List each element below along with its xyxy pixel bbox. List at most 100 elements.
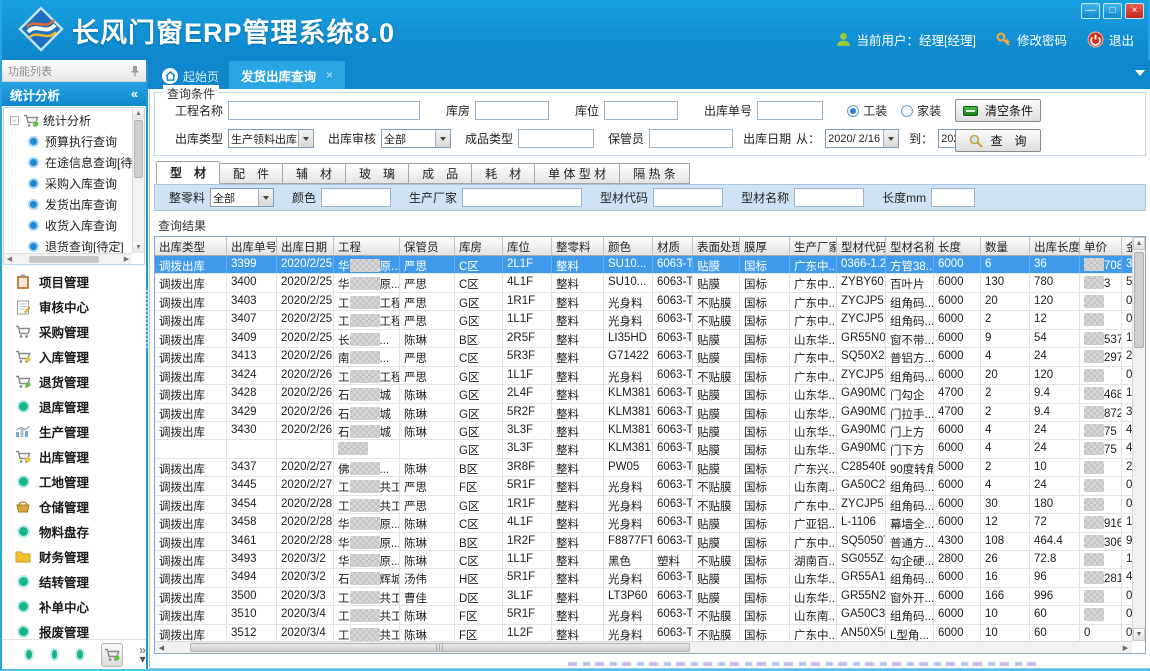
grid-row[interactable]: 调拨出库34612020/2/28华原...陈琳B区1R2F整料F8877FT6… <box>155 533 1132 551</box>
grid-row[interactable]: 调拨出库34942020/3/2石辉城汤伟H区5R1F整料光身料6063-T5贴… <box>155 569 1132 587</box>
whole-part-select[interactable]: 全部 <box>210 188 274 207</box>
clear-conditions-button[interactable]: 清空条件 <box>955 99 1041 122</box>
grid-header-cell[interactable]: 型材名称 <box>886 237 934 255</box>
profile-name-input[interactable] <box>794 188 864 207</box>
tree-item[interactable]: 预算执行查询 <box>4 131 144 152</box>
module-item[interactable]: 退货管理 <box>2 369 146 394</box>
grid-header-cell[interactable]: 出库长度 <box>1030 237 1080 255</box>
grid-header-cell[interactable]: 整零料 <box>552 237 604 255</box>
grid-header-cell[interactable]: 单价 <box>1080 237 1122 255</box>
grid-row[interactable]: 调拨出库34032020/2/25工工程严思G区1R1F整料光身料6063-T5… <box>155 293 1132 311</box>
scroll-left-icon[interactable]: ◀ <box>155 644 168 652</box>
project-name-input[interactable] <box>228 101 420 120</box>
scroll-right-icon[interactable]: ▶ <box>1119 644 1132 652</box>
module-item[interactable]: 工地管理 <box>2 469 146 494</box>
grid-header-cell[interactable]: 颜色 <box>604 237 653 255</box>
grid-row[interactable]: 调拨出库34452020/2/27工共工程严思F区5R1F整料光身料6063-T… <box>155 477 1132 495</box>
module-item[interactable]: 财务管理 <box>2 544 146 569</box>
tree-expander-icon[interactable]: - <box>10 116 19 125</box>
grid-vscroll-thumb[interactable] <box>1134 252 1144 348</box>
grid-row[interactable]: 调拨出库33992020/2/25华原...严思C区2L1F整料SU10...6… <box>155 256 1132 274</box>
material-tab[interactable]: 玻 璃 <box>346 163 409 184</box>
grid-header-cell[interactable]: 工程 <box>334 237 400 255</box>
module-item[interactable]: 采购管理 <box>2 319 146 344</box>
tree-vscroll-thumb[interactable] <box>134 120 143 178</box>
change-password-link[interactable]: 修改密码 <box>996 30 1067 49</box>
manufacturer-input[interactable] <box>462 188 582 207</box>
maximize-button[interactable]: □ <box>1103 3 1122 19</box>
product-type-input[interactable] <box>518 129 594 148</box>
module-item[interactable]: 入库管理 <box>2 344 146 369</box>
pin-icon[interactable] <box>130 65 140 77</box>
module-item[interactable]: 退库管理 <box>2 394 146 419</box>
scroll-up-icon[interactable]: ▲ <box>1133 237 1145 250</box>
module-dot-icon[interactable] <box>75 648 85 661</box>
grid-row[interactable]: 调拨出库34302020/2/26石城陈琳G区3L3F整料KLM38176063… <box>155 422 1132 440</box>
search-button[interactable]: 查 询 <box>955 129 1041 152</box>
minimize-button[interactable]: — <box>1081 3 1100 19</box>
module-item[interactable]: 生产管理 <box>2 419 146 444</box>
module-item[interactable]: 仓储管理 <box>2 494 146 519</box>
length-input[interactable] <box>931 188 975 207</box>
scroll-down-icon[interactable]: ▼ <box>1133 628 1145 641</box>
tab-overflow-icon[interactable] <box>1135 70 1145 81</box>
radio-gongzhuang[interactable] <box>847 105 859 117</box>
grid-header-cell[interactable]: 膜厚 <box>740 237 790 255</box>
scroll-down-icon[interactable]: ▼ <box>133 242 144 253</box>
grid-row[interactable]: 调拨出库34242020/2/26工工程严思G区1L1F整料光身料6063-T5… <box>155 367 1132 385</box>
grid-hscroll-thumb[interactable]: ||| <box>190 643 690 652</box>
grid-header-cell[interactable]: 材质 <box>653 237 693 255</box>
module-item[interactable]: 审核中心 <box>2 294 146 319</box>
grid-row[interactable]: 调拨出库34072020/2/25工工程严思G区1L1F整料光身料6063-T5… <box>155 311 1132 329</box>
tree-item[interactable]: 发货出库查询 <box>4 194 144 215</box>
tree-horizontal-scrollbar[interactable]: ◀ ▶ <box>4 253 132 264</box>
module-item[interactable]: 出库管理 <box>2 444 146 469</box>
tree-vertical-scrollbar[interactable]: ▲ ▼ <box>132 108 144 253</box>
material-tab[interactable]: 型 材 <box>156 161 220 184</box>
grid-row[interactable]: 调拨出库35002020/3/3工共工程曹佳D区3L1F整料LT3P606063… <box>155 588 1132 606</box>
module-item[interactable]: 结转管理 <box>2 569 146 594</box>
grid-header-cell[interactable]: 保管员 <box>400 237 455 255</box>
tree-hscroll-thumb[interactable] <box>29 256 99 263</box>
warehouse-input[interactable] <box>475 101 549 120</box>
logout-button[interactable]: 退出 <box>1087 30 1134 49</box>
material-tab[interactable]: 单 体 型 材 <box>535 163 620 184</box>
material-tab[interactable]: 辅 材 <box>283 163 346 184</box>
grid-header-cell[interactable]: 金额 <box>1122 237 1132 255</box>
grid-header-cell[interactable]: 库房 <box>455 237 503 255</box>
stats-module-button[interactable] <box>101 643 124 667</box>
tree-root-stats[interactable]: - 统计分析 <box>4 108 144 131</box>
tab-outbound-query[interactable]: 发货出库查询 × <box>229 61 345 89</box>
grid-header-cell[interactable]: 出库日期 <box>277 237 334 255</box>
grid-header-cell[interactable]: 库位 <box>503 237 552 255</box>
material-tab[interactable]: 配 件 <box>220 163 283 184</box>
grid-row[interactable]: 调拨出库34932020/3/2华原...陈琳C区1L1F整料黑色塑料不贴膜国标… <box>155 551 1132 569</box>
grid-header-cell[interactable]: 出库单号 <box>227 237 277 255</box>
scroll-right-icon[interactable]: ▶ <box>121 255 132 263</box>
tree-item[interactable]: 采购入库查询 <box>4 173 144 194</box>
material-tab[interactable]: 耗 材 <box>472 163 535 184</box>
scroll-up-icon[interactable]: ▲ <box>133 108 144 119</box>
grid-row[interactable]: 调拨出库34002020/2/25华原...严思C区4L1F整料SU10...6… <box>155 274 1132 292</box>
tab-close-icon[interactable]: × <box>326 68 333 82</box>
grid-row[interactable]: 调拨出库34542020/2/28工共工程严思G区1R1F整料光身料6063-T… <box>155 496 1132 514</box>
grid-header-cell[interactable]: 数量 <box>981 237 1030 255</box>
grid-horizontal-scrollbar[interactable]: ◀ ||| ▶ <box>155 641 1132 653</box>
scroll-left-icon[interactable]: ◀ <box>4 255 15 263</box>
sidebar-section-stats[interactable]: 统计分析 « <box>2 82 146 106</box>
grid-vertical-scrollbar[interactable]: ▲ ▼ <box>1132 237 1145 641</box>
audit-select[interactable]: 全部 <box>381 129 451 148</box>
close-button[interactable]: × <box>1125 3 1144 19</box>
grid-header-cell[interactable]: 长度 <box>934 237 981 255</box>
grid-row[interactable]: 调拨出库34282020/2/26石城陈琳G区2L4F整料KLM38176063… <box>155 385 1132 403</box>
outbound-type-select[interactable]: 生产领料出库 <box>228 129 314 148</box>
tree-item[interactable]: 在途信息查询[待 <box>4 152 144 173</box>
grid-header-cell[interactable]: 表面处理 <box>693 237 740 255</box>
tree-item[interactable]: 收货入库查询 <box>4 215 144 236</box>
profile-code-input[interactable] <box>653 188 723 207</box>
module-item[interactable]: 物料盘存 <box>2 519 146 544</box>
module-dot-icon[interactable] <box>24 648 34 661</box>
grid-row[interactable]: 调拨出库34372020/2/27佛...陈琳B区3R8F整料PW056063-… <box>155 459 1132 477</box>
grid-row[interactable]: 调拨出库34092020/2/25长...陈琳B区2R5F整料LI35HD606… <box>155 330 1132 348</box>
grid-header-cell[interactable]: 型材代码 <box>837 237 886 255</box>
